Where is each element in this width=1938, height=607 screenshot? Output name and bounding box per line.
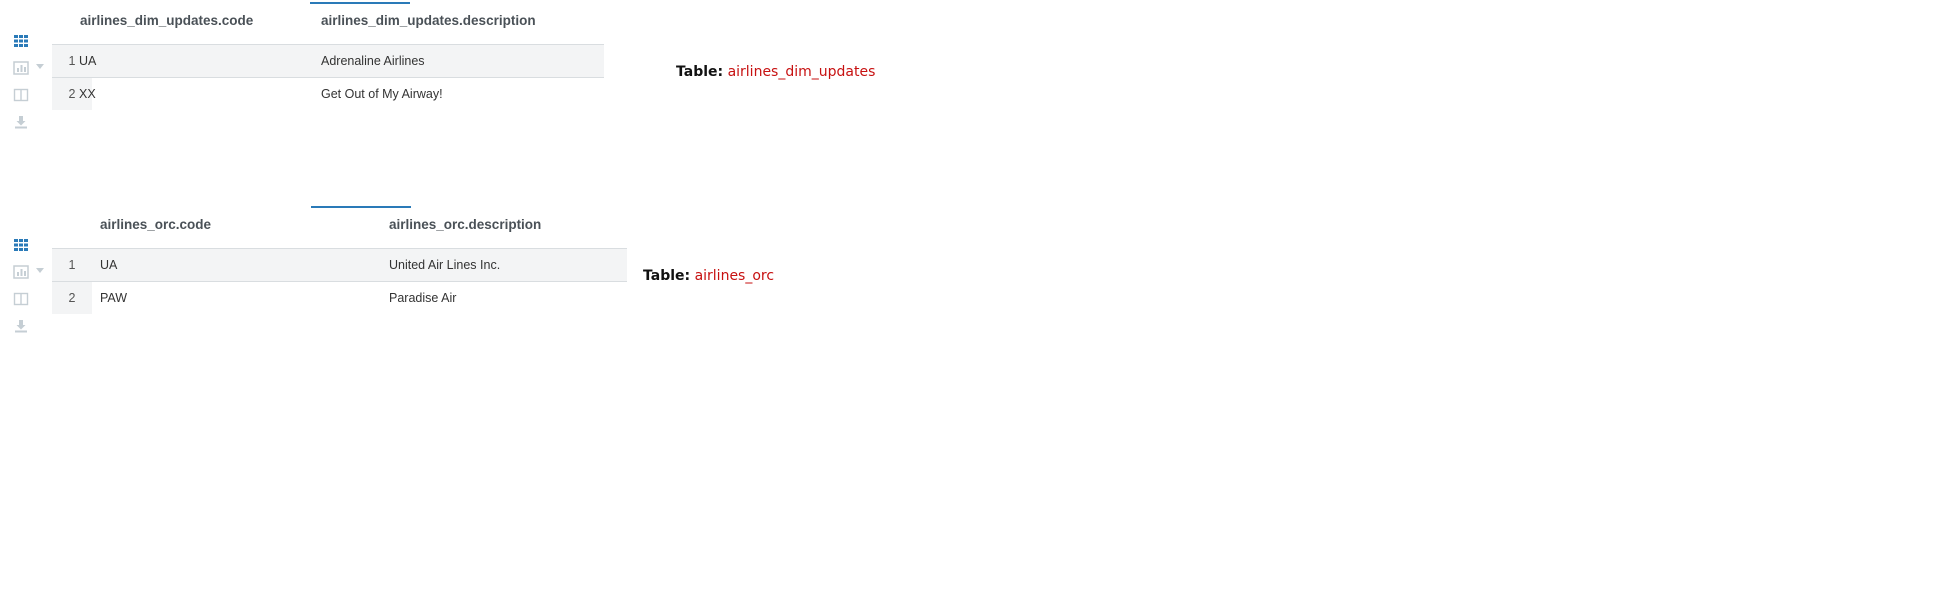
row-number: 1: [52, 249, 92, 281]
table-name-caption: Table: airlines_dim_updates: [676, 64, 875, 80]
row-number: 2: [52, 282, 92, 314]
result-toolbar: [12, 32, 48, 140]
columns-icon: [13, 292, 29, 306]
table-row[interactable]: 1 UA United Air Lines Inc.: [52, 248, 627, 281]
result-block: airlines_orc.code airlines_orc.descripti…: [0, 204, 1938, 334]
result-toolbar: [12, 236, 48, 344]
download-icon: [15, 116, 27, 129]
cell-description: Adrenaline Airlines: [321, 54, 425, 68]
grid-view-button[interactable]: [12, 32, 48, 50]
progress-indicator: [310, 2, 410, 4]
columns-icon: [13, 88, 29, 102]
table-name: airlines_orc: [694, 268, 775, 284]
results-table: airlines_orc.code airlines_orc.descripti…: [52, 214, 627, 314]
cell-description: United Air Lines Inc.: [389, 258, 501, 272]
download-button[interactable]: [12, 113, 48, 131]
cell-description: Paradise Air: [389, 291, 457, 305]
result-block: airlines_dim_updates.code airlines_dim_u…: [0, 0, 1938, 130]
chart-icon: [13, 265, 29, 279]
grid-icon: [14, 35, 28, 47]
results-table: airlines_dim_updates.code airlines_dim_u…: [52, 10, 604, 110]
download-icon: [15, 320, 27, 333]
column-header-description[interactable]: airlines_orc.description: [389, 217, 541, 232]
cell-code: PAW: [100, 291, 128, 305]
grid-icon: [14, 239, 28, 251]
table-header: airlines_orc.code airlines_orc.descripti…: [52, 214, 627, 248]
table-name-caption: Table: airlines_orc: [643, 268, 774, 284]
columns-toggle-button[interactable]: [12, 290, 48, 308]
column-header-description[interactable]: airlines_dim_updates.description: [321, 13, 536, 28]
grid-view-button[interactable]: [12, 236, 48, 254]
chart-view-button[interactable]: [12, 59, 48, 77]
download-button[interactable]: [12, 317, 48, 335]
caption-label: Table:: [643, 268, 691, 284]
table-header: airlines_dim_updates.code airlines_dim_u…: [52, 10, 604, 44]
progress-indicator: [311, 206, 411, 208]
column-header-code[interactable]: airlines_orc.code: [100, 217, 211, 232]
column-header-code[interactable]: airlines_dim_updates.code: [80, 13, 253, 28]
table-row[interactable]: 2 PAW Paradise Air: [52, 281, 627, 314]
caption-label: Table:: [676, 64, 724, 80]
table-row[interactable]: 1 UA Adrenaline Airlines: [52, 44, 604, 77]
chart-view-button[interactable]: [12, 263, 48, 281]
table-row[interactable]: 2 XX Get Out of My Airway!: [52, 77, 604, 110]
cell-code: UA: [79, 54, 97, 68]
columns-toggle-button[interactable]: [12, 86, 48, 104]
chevron-down-icon: [36, 64, 44, 69]
table-name: airlines_dim_updates: [727, 64, 876, 80]
cell-code: XX: [79, 87, 96, 101]
cell-description: Get Out of My Airway!: [321, 87, 443, 101]
chevron-down-icon: [36, 268, 44, 273]
cell-code: UA: [100, 258, 118, 272]
chart-icon: [13, 61, 29, 75]
